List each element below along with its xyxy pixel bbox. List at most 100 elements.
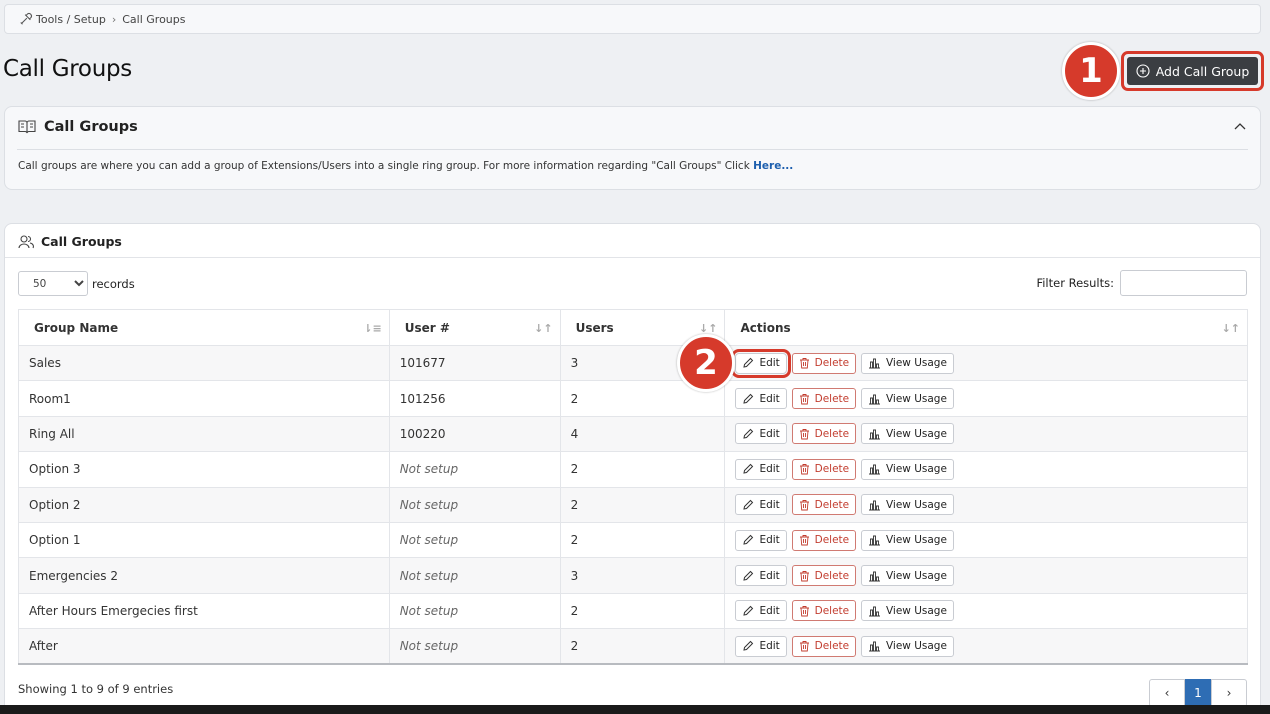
sort-icon: ↓↑	[1221, 322, 1240, 335]
page-title: Call Groups	[3, 56, 132, 82]
table-row: Option 3 Not setup 2 Edit Delete View Usage	[18, 451, 1248, 488]
delete-button[interactable]: Delete	[791, 600, 857, 622]
bar-chart-icon	[868, 500, 880, 511]
edit-button[interactable]: Edit	[735, 635, 787, 657]
bar-chart-icon	[868, 429, 880, 440]
divider	[17, 149, 1248, 150]
view-usage-button[interactable]: View Usage	[860, 600, 954, 622]
delete-button[interactable]: Delete	[791, 458, 857, 480]
delete-button[interactable]: Delete	[791, 388, 857, 410]
divider	[5, 257, 1260, 258]
pencil-icon	[743, 534, 754, 545]
edit-button[interactable]: Edit	[731, 348, 791, 378]
column-header-user-no[interactable]: User # ↓↑	[388, 309, 561, 346]
view-usage-button[interactable]: View Usage	[860, 423, 954, 445]
entries-info: Showing 1 to 9 of 9 entries	[18, 682, 174, 696]
delete-button[interactable]: Delete	[791, 423, 857, 445]
table-row: Sales 101677 3 Edit Delete View Usage	[18, 344, 1248, 382]
trash-icon	[799, 464, 809, 475]
bar-chart-icon	[868, 641, 880, 652]
users-icon	[18, 235, 34, 249]
delete-button[interactable]: Delete	[791, 529, 857, 551]
step-marker-1: 1	[1062, 42, 1120, 100]
table-card-title: Call Groups	[41, 234, 122, 249]
cell-group-name: Option 1	[18, 521, 390, 559]
add-call-group-button[interactable]: Add Call Group	[1127, 57, 1258, 85]
breadcrumb: Tools / Setup › Call Groups	[4, 4, 1261, 34]
cell-actions: Edit Delete View Usage	[724, 344, 1248, 382]
cell-user-no: 100220	[388, 415, 561, 453]
call-groups-table: Group Name ⇂≡ User # ↓↑ Users ↓↑ Actions ↓↑ …	[18, 309, 1248, 666]
delete-button[interactable]: Delete	[791, 494, 857, 516]
cell-user-no: Not setup	[388, 557, 561, 594]
cell-actions: Edit Delete View Usage	[724, 415, 1248, 453]
breadcrumb-current: Call Groups	[122, 12, 186, 26]
bar-chart-icon	[868, 571, 880, 581]
column-header-actions[interactable]: Actions ↓↑	[724, 309, 1248, 346]
cell-users: 4	[559, 415, 726, 453]
breadcrumb-section[interactable]: Tools / Setup	[36, 13, 106, 26]
prev-page-button[interactable]: ‹	[1149, 679, 1185, 707]
help-link[interactable]: Here...	[753, 160, 793, 172]
column-header-group-name[interactable]: Group Name ⇂≡	[18, 309, 390, 346]
bar-chart-icon	[868, 358, 880, 369]
pagination: ‹ 1 ›	[1149, 679, 1247, 707]
table-row: Emergencies 2 Not setup 3 Edit Delete View …	[18, 557, 1248, 594]
edit-button[interactable]: Edit	[735, 600, 787, 622]
cell-user-no: Not setup	[388, 521, 561, 559]
records-label: records	[92, 276, 135, 291]
pencil-icon	[743, 640, 754, 651]
pencil-icon	[743, 393, 754, 404]
cell-actions: Edit Delete View Usage	[724, 380, 1248, 417]
chevron-right-icon: ›	[111, 12, 117, 26]
trash-icon	[799, 535, 809, 546]
edit-button[interactable]: Edit	[735, 494, 787, 516]
trash-icon	[799, 358, 809, 369]
trash-icon	[799, 605, 809, 617]
sort-icon: ↓↑	[699, 322, 718, 335]
view-usage-button[interactable]: View Usage	[860, 458, 954, 480]
bar-chart-icon	[868, 535, 880, 546]
view-usage-button[interactable]: View Usage	[860, 352, 954, 374]
cell-group-name: Option 2	[18, 486, 390, 523]
trash-icon	[799, 429, 809, 440]
cell-users: 2	[559, 592, 726, 630]
page-1-button[interactable]: 1	[1185, 679, 1211, 707]
view-usage-button[interactable]: View Usage	[860, 565, 954, 587]
delete-button[interactable]: Delete	[791, 635, 857, 657]
trash-icon	[799, 393, 809, 405]
delete-button[interactable]: Delete	[791, 565, 857, 587]
trash-icon	[799, 499, 809, 511]
view-usage-button[interactable]: View Usage	[860, 635, 954, 657]
cell-group-name: Option 3	[18, 451, 390, 488]
edit-button[interactable]: Edit	[735, 458, 787, 480]
trash-icon	[799, 570, 809, 581]
call-groups-table-card: Call Groups 50 records Filter Results: G…	[4, 223, 1261, 714]
cell-user-no: Not setup	[388, 486, 561, 523]
view-usage-button[interactable]: View Usage	[860, 388, 954, 410]
trash-icon	[799, 641, 809, 652]
edit-button[interactable]: Edit	[735, 388, 787, 410]
cell-actions: Edit Delete View Usage	[724, 628, 1248, 666]
cell-group-name: Sales	[18, 344, 390, 382]
delete-button[interactable]: Delete	[791, 352, 857, 374]
edit-button[interactable]: Edit	[735, 423, 787, 445]
cell-users: 2	[559, 628, 726, 666]
cell-users: 2	[559, 521, 726, 559]
cell-user-no: Not setup	[388, 628, 561, 666]
chevron-up-icon[interactable]	[1234, 121, 1246, 131]
cell-actions: Edit Delete View Usage	[724, 521, 1248, 559]
view-usage-button[interactable]: View Usage	[860, 529, 954, 551]
sort-icon: ↓↑	[534, 322, 553, 335]
edit-button[interactable]: Edit	[735, 529, 787, 551]
edit-button[interactable]: Edit	[735, 565, 787, 587]
table-row: Ring All 100220 4 Edit Delete View Usage	[18, 415, 1248, 453]
filter-label: Filter Results:	[1036, 276, 1114, 290]
next-page-button[interactable]: ›	[1211, 679, 1247, 707]
filter-input[interactable]	[1120, 270, 1247, 296]
tools-icon	[20, 12, 33, 25]
add-call-group-label: Add Call Group	[1155, 63, 1250, 79]
records-per-page-select[interactable]: 50	[18, 271, 88, 296]
view-usage-button[interactable]: View Usage	[860, 494, 954, 516]
sort-desc-icon: ⇂≡	[363, 322, 382, 335]
